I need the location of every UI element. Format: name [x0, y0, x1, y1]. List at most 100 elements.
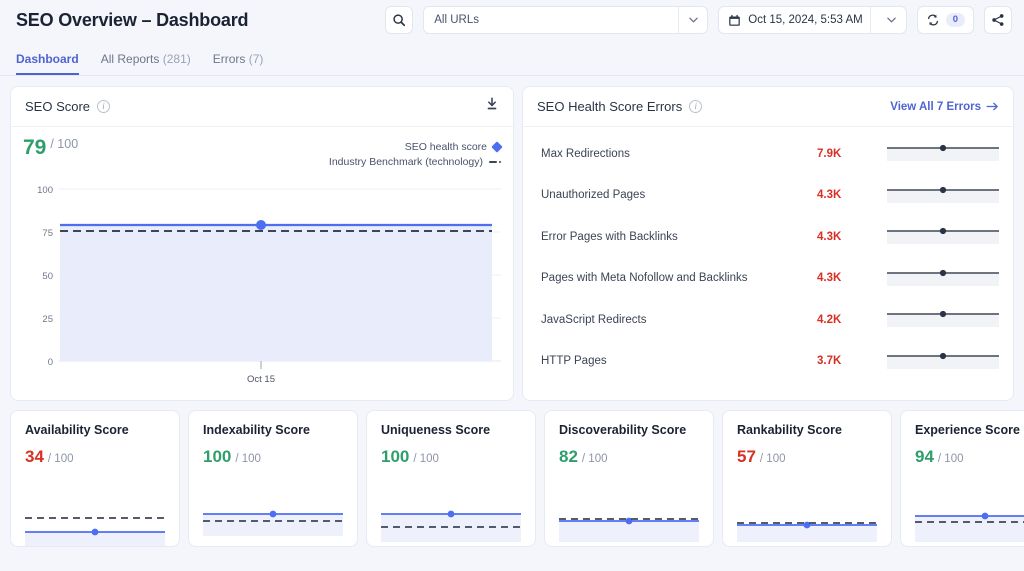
seo-score-card: SEO Score i 79 / 100 SEO health score In… [10, 86, 514, 401]
error-sparkline [887, 348, 999, 375]
score-card-value: 94 [915, 446, 934, 466]
date-range-value: Oct 15, 2024, 5:53 AM [748, 14, 863, 26]
error-label: Pages with Meta Nofollow and Backlinks [541, 272, 748, 285]
error-label: JavaScript Redirects [541, 313, 647, 326]
tab-dashboard[interactable]: Dashboard [16, 52, 79, 75]
dashed-line-marker-icon [489, 160, 501, 163]
sparkline-chart [887, 186, 999, 203]
seo-score-value: 79 [23, 136, 47, 159]
errors-card-title: SEO Health Score Errors [537, 99, 683, 114]
score-card-title: Indexability Score [203, 423, 310, 437]
score-card-chart [559, 500, 699, 546]
table-row[interactable]: Pages with Meta Nofollow and Backlinks 4… [541, 258, 999, 300]
errors-card-header: SEO Health Score Errors i View All 7 Err… [523, 87, 1013, 127]
view-all-errors-link[interactable]: View All 7 Errors [890, 101, 999, 113]
seo-score-title: SEO Score [25, 99, 91, 114]
mini-line-chart [915, 512, 1024, 542]
score-card-denominator: / 100 [581, 452, 608, 465]
score-card-chart [915, 500, 1024, 546]
share-button[interactable] [984, 6, 1012, 34]
error-sparkline [887, 306, 999, 333]
sparkline-chart [887, 311, 999, 328]
tab-dashboard-label: Dashboard [16, 52, 79, 66]
error-label: Max Redirections [541, 147, 630, 160]
url-filter-select[interactable]: All URLs [423, 6, 709, 34]
date-range-select[interactable]: Oct 15, 2024, 5:53 AM [718, 6, 907, 34]
table-row[interactable]: Max Redirections 7.9K [541, 133, 999, 175]
score-card-value: 57 [737, 446, 756, 466]
score-card-uniqueness[interactable]: Uniqueness Score 100 / 100 [366, 410, 536, 547]
info-icon[interactable]: i [97, 100, 111, 113]
score-card-title: Discoverability Score [559, 423, 687, 437]
seo-score-denominator: / 100 [50, 137, 79, 151]
table-row[interactable]: JavaScript Redirects 4.2K [541, 299, 999, 341]
score-card-value: 82 [559, 446, 578, 466]
top-toolbar: SEO Overview – Dashboard All URLs Oct 15… [0, 0, 1024, 40]
tab-errors[interactable]: Errors (7) [213, 52, 264, 75]
score-card-title: Rankability Score [737, 423, 842, 437]
diamond-marker-icon [491, 140, 503, 153]
table-row[interactable]: Error Pages with Backlinks 4.3K [541, 216, 999, 258]
score-card-value-row: 100 / 100 [381, 448, 521, 465]
search-icon [393, 14, 406, 27]
tab-errors-label: Errors [212, 52, 246, 66]
refresh-button[interactable]: 0 [916, 6, 974, 34]
score-card-value: 100 [381, 446, 410, 466]
score-card-title: Availability Score [25, 423, 129, 437]
data-point-marker [447, 510, 455, 518]
score-card-denominator: / 100 [937, 452, 964, 465]
legend-item-health-score: SEO health score [329, 139, 503, 154]
date-range-caret[interactable] [878, 17, 906, 23]
data-point-marker [256, 220, 266, 230]
score-card-chart [381, 500, 521, 546]
score-card-experience[interactable]: Experience Score 94 / 100 [900, 410, 1024, 547]
download-icon [487, 97, 497, 110]
error-sparkline [887, 265, 999, 292]
tab-all-reports-count: (281) [162, 52, 191, 66]
mini-line-chart [737, 521, 877, 542]
seo-health-errors-card: SEO Health Score Errors i View All 7 Err… [522, 86, 1014, 401]
tab-errors-count: (7) [248, 52, 264, 66]
search-button[interactable] [385, 6, 414, 34]
error-value: 4.3K [817, 272, 842, 285]
table-row[interactable]: Unauthorized Pages 4.3K [541, 175, 999, 217]
error-label: Error Pages with Backlinks [541, 230, 678, 243]
seo-score-card-header: SEO Score i [11, 87, 513, 127]
url-filter-value: All URLs [434, 14, 479, 26]
ytick-100: 100 [37, 185, 53, 196]
score-card-denominator: / 100 [759, 452, 786, 465]
info-icon[interactable]: i [689, 100, 703, 113]
mini-line-chart [25, 517, 165, 546]
score-card-availability[interactable]: Availability Score 34 / 100 [10, 410, 180, 547]
sparkline-chart [887, 269, 999, 286]
refresh-count-badge: 0 [945, 13, 965, 27]
score-card-value: 34 [25, 446, 44, 466]
mini-line-chart [559, 517, 699, 542]
score-card-title: Experience Score [915, 423, 1020, 437]
score-card-indexability[interactable]: Indexability Score 100 / 100 [188, 410, 358, 547]
ytick-0: 0 [48, 357, 53, 368]
chart-area-fill [60, 225, 492, 361]
url-filter-caret[interactable] [679, 17, 707, 23]
score-card-chart [25, 500, 165, 546]
download-button[interactable] [485, 97, 499, 116]
data-point-marker [269, 510, 277, 518]
errors-list: Max Redirections 7.9K Unauthorized Pages… [523, 127, 1013, 382]
score-card-denominator: / 100 [413, 452, 439, 465]
tab-all-reports[interactable]: All Reports (281) [101, 52, 191, 75]
chevron-down-icon [688, 17, 698, 23]
score-card-chart [203, 500, 343, 546]
score-card-discoverability[interactable]: Discoverability Score 82 / 100 [544, 410, 714, 547]
score-card-value-row: 82 / 100 [559, 448, 699, 465]
top-row: SEO Score i 79 / 100 SEO health score In… [10, 86, 1014, 401]
score-card-title: Uniqueness Score [381, 423, 491, 437]
error-value: 4.3K [817, 230, 842, 243]
score-card-value-row: 94 / 100 [915, 448, 1024, 465]
score-card-rankability[interactable]: Rankability Score 57 / 100 [722, 410, 892, 547]
score-card-value-row: 100 / 100 [203, 448, 343, 465]
seo-score-value-row: 79 / 100 SEO health score Industry Bench… [23, 136, 503, 179]
arrow-right-icon [986, 102, 998, 111]
tab-all-reports-label: All Reports [100, 52, 160, 66]
table-row[interactable]: HTTP Pages 3.7K [541, 341, 999, 383]
error-label: Unauthorized Pages [541, 189, 646, 202]
